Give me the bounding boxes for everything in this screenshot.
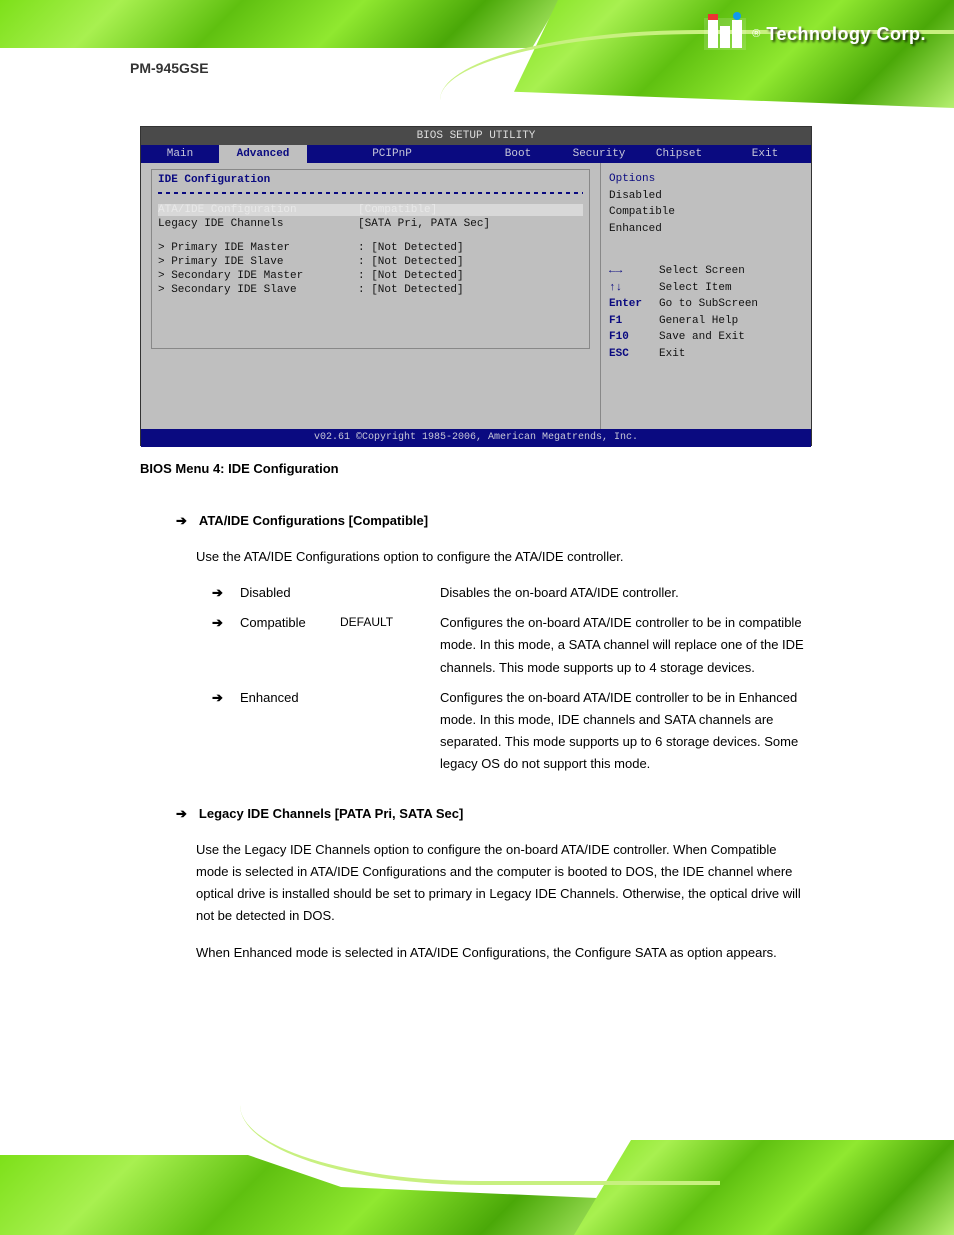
option-text: Disables the on-board ATA/IDE controller… (440, 582, 810, 604)
bios-help-line: Enhanced (609, 221, 803, 238)
bios-tab-advanced: Advanced (219, 145, 307, 163)
arrow-bullet-icon: ➔ (176, 510, 187, 532)
bios-help-line: Disabled (609, 188, 803, 205)
bios-help-pane: Options Disabled Compatible Enhanced ←→S… (601, 163, 811, 429)
arrow-bullet-icon: ➔ (212, 612, 228, 634)
bios-tab-main: Main (141, 145, 219, 163)
arrow-bullet-icon: ➔ (212, 687, 228, 709)
bios-row-ata-config: ATA/IDE Configuration [Compatible] (158, 204, 583, 216)
option-default-label: DEFAULT (340, 612, 428, 632)
bios-tab-boot: Boot (477, 145, 559, 163)
option-heading-legacy: Legacy IDE Channels [PATA Pri, SATA Sec] (199, 803, 463, 825)
option-description-legacy-1: Use the Legacy IDE Channels option to co… (196, 839, 810, 927)
bios-window-title: BIOS SETUP UTILITY (141, 127, 811, 145)
bios-row-sec-master: > Secondary IDE Master : [Not Detected] (158, 270, 583, 282)
registered-mark: ® (752, 28, 760, 40)
bios-screenshot: BIOS SETUP UTILITY Main Advanced PCIPnP … (140, 126, 812, 446)
option-description-ata: Use the ATA/IDE Configurations option to… (196, 546, 810, 568)
bios-row-legacy-ide: Legacy IDE Channels [SATA Pri, PATA Sec] (158, 218, 583, 230)
arrow-bullet-icon: ➔ (212, 582, 228, 604)
brand-text: Technology Corp. (766, 24, 926, 45)
bios-tab-pcipnp: PCIPnP (307, 145, 477, 163)
page-number: Page 79 (729, 1166, 778, 1181)
brand-logo: ® Technology Corp. (704, 18, 926, 50)
figure-caption: BIOS Menu 4: IDE Configuration (140, 458, 810, 480)
bios-help-title: Options (609, 171, 803, 188)
document-title: PM-945GSE (130, 60, 209, 76)
bios-left-pane: IDE Configuration ATA/IDE Configuration … (141, 163, 601, 429)
option-text: Configures the on-board ATA/IDE controll… (440, 687, 810, 775)
option-description-legacy-2: When Enhanced mode is selected in ATA/ID… (196, 942, 810, 964)
bios-tab-exit: Exit (719, 145, 811, 163)
bios-row-pri-slave: > Primary IDE Slave : [Not Detected] (158, 256, 583, 268)
bios-help-line: Compatible (609, 204, 803, 221)
option-value-compatible: Compatible (240, 612, 328, 634)
option-value-enhanced: Enhanced (240, 687, 328, 709)
bios-tab-bar: Main Advanced PCIPnP Boot Security Chips… (141, 145, 811, 163)
arrow-bullet-icon: ➔ (176, 803, 187, 825)
bios-row-sec-slave: > Secondary IDE Slave : [Not Detected] (158, 284, 583, 296)
bios-row-pri-master: > Primary IDE Master : [Not Detected] (158, 242, 583, 254)
bios-tab-security: Security (559, 145, 639, 163)
bios-section-heading: IDE Configuration (158, 174, 583, 186)
bios-key-legend: ←→Select Screen ↑↓Select Item EnterGo to… (609, 263, 803, 362)
option-text: Configures the on-board ATA/IDE controll… (440, 612, 810, 678)
bios-tab-chipset: Chipset (639, 145, 719, 163)
option-heading-ata: ATA/IDE Configurations [Compatible] (199, 510, 428, 532)
logo-mark (704, 18, 746, 50)
bios-copyright: v02.61 ©Copyright 1985-2006, American Me… (141, 429, 811, 447)
option-value-disabled: Disabled (240, 582, 328, 604)
